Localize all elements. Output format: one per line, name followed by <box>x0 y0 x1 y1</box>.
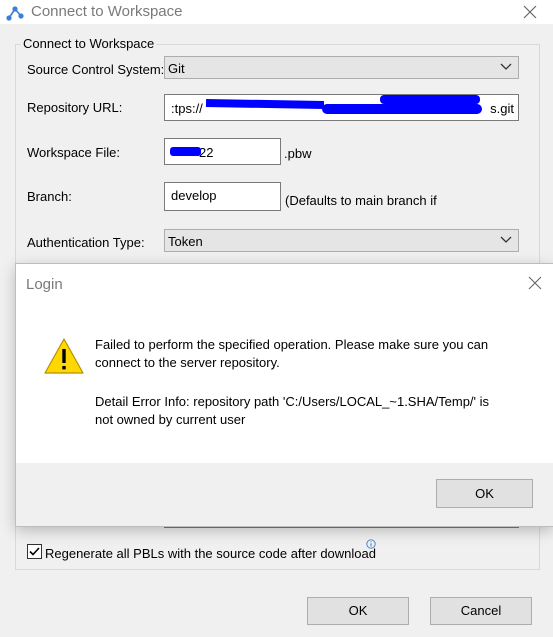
branch-input[interactable]: develop <box>164 182 281 211</box>
login-ok-button[interactable]: OK <box>436 479 533 508</box>
checkmark-icon <box>29 547 40 556</box>
regenerate-label: Regenerate all PBLs with the source code… <box>45 546 376 561</box>
authentication-type-select[interactable]: Token <box>164 229 519 252</box>
redaction-mark <box>322 104 482 114</box>
error-message-line-1: Failed to perform the specified operatio… <box>95 337 489 352</box>
source-control-icon <box>6 6 24 21</box>
workspace-file-extension: .pbw <box>284 146 312 161</box>
error-detail-line-1: Detail Error Info: repository path 'C:/U… <box>95 394 490 409</box>
login-dialog: Login Failed to perform the specified op… <box>16 264 553 526</box>
login-dialog-title: Login <box>26 276 63 293</box>
ok-button[interactable]: OK <box>307 597 409 625</box>
title-bar: Connect to Workspace <box>0 0 553 24</box>
error-message-line-2: connect to the server repository. <box>95 355 280 370</box>
workspace-file-label: Workspace File: <box>27 145 120 160</box>
repository-url-prefix: :tps:// <box>171 101 203 116</box>
repository-url-label: Repository URL: <box>27 100 123 115</box>
source-control-label: Source Control System: <box>27 62 165 77</box>
authentication-type-label: Authentication Type: <box>27 235 145 250</box>
chevron-down-icon <box>500 236 512 243</box>
info-icon[interactable] <box>366 539 376 549</box>
error-detail-line-2: not owned by current user <box>95 412 246 427</box>
repository-url-suffix: s.git <box>490 101 514 116</box>
close-icon[interactable] <box>527 275 543 291</box>
window-title: Connect to Workspace <box>31 3 183 20</box>
redaction-mark <box>170 147 201 156</box>
workspace-file-value: 22 <box>199 145 214 160</box>
branch-label: Branch: <box>27 189 72 204</box>
source-control-select[interactable]: Git <box>164 56 519 79</box>
redaction-mark <box>380 95 480 104</box>
close-icon[interactable] <box>521 3 539 21</box>
warning-icon <box>44 338 84 374</box>
cancel-button-label: Cancel <box>460 603 502 618</box>
branch-hint: (Defaults to main branch if <box>285 193 437 208</box>
chevron-down-icon <box>500 63 512 70</box>
login-ok-label: OK <box>475 486 494 501</box>
cancel-button[interactable]: Cancel <box>430 597 532 625</box>
source-control-value: Git <box>168 61 185 76</box>
branch-value: develop <box>171 188 217 203</box>
ok-button-label: OK <box>348 603 368 618</box>
regenerate-checkbox[interactable] <box>27 544 42 559</box>
authentication-type-value: Token <box>168 234 203 249</box>
groupbox-legend: Connect to Workspace <box>21 36 157 51</box>
